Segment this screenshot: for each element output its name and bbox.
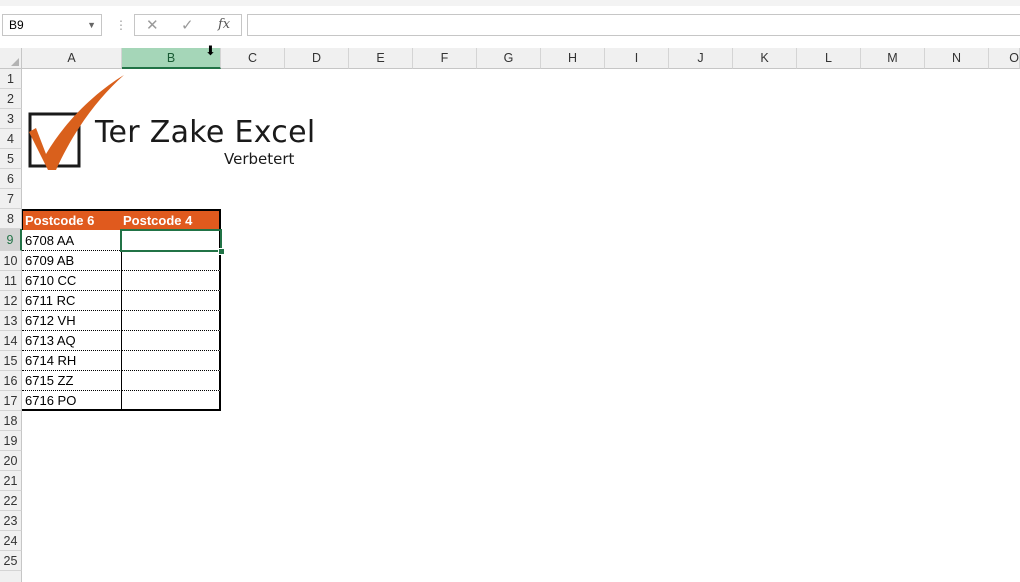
column-header-e[interactable]: E: [349, 48, 413, 69]
table-cell-a13[interactable]: 6712 VH: [22, 311, 122, 331]
row-header-21[interactable]: 21: [0, 471, 22, 491]
formula-tools: ✕ ✓ fx: [134, 14, 242, 36]
name-box[interactable]: B9 ▼: [2, 14, 102, 36]
table-cell-b14[interactable]: [122, 331, 221, 351]
row-header-26[interactable]: [0, 571, 22, 582]
formula-input[interactable]: [247, 14, 1020, 36]
row-header-19[interactable]: 19: [0, 431, 22, 451]
row-header-22[interactable]: 22: [0, 491, 22, 511]
row-header-3[interactable]: 3: [0, 109, 22, 129]
logo-subtitle: Verbetert: [224, 150, 295, 168]
table-cell-b13[interactable]: [122, 311, 221, 331]
enter-icon[interactable]: ✓: [181, 16, 194, 34]
row-header-6[interactable]: 6: [0, 169, 22, 189]
row-header-2[interactable]: 2: [0, 89, 22, 109]
chevron-down-icon[interactable]: ▼: [87, 15, 96, 35]
table-cell-a16[interactable]: 6715 ZZ: [22, 371, 122, 391]
column-header-n[interactable]: N: [925, 48, 989, 69]
column-header-m[interactable]: M: [861, 48, 925, 69]
table-cell-b16[interactable]: [122, 371, 221, 391]
table-cell-a12[interactable]: 6711 RC: [22, 291, 122, 311]
table-header-postcode6[interactable]: Postcode 6: [22, 209, 122, 230]
active-cell-selection[interactable]: [120, 229, 222, 252]
column-header-g[interactable]: G: [477, 48, 541, 69]
column-header-l[interactable]: L: [797, 48, 861, 69]
row-header-20[interactable]: 20: [0, 451, 22, 471]
name-box-value: B9: [9, 18, 24, 32]
row-header-11[interactable]: 11: [0, 271, 22, 291]
column-header-o[interactable]: O: [989, 48, 1020, 69]
table-cell-b15[interactable]: [122, 351, 221, 371]
table-cell-a9[interactable]: 6708 AA: [22, 231, 122, 251]
table-cell-b10[interactable]: [122, 251, 221, 271]
table-cell-b17[interactable]: [122, 391, 221, 411]
insert-function-icon[interactable]: fx: [218, 17, 230, 32]
row-header-4[interactable]: 4: [0, 129, 22, 149]
table-cell-b11[interactable]: [122, 271, 221, 291]
column-header-d[interactable]: D: [285, 48, 349, 69]
column-header-c[interactable]: C: [221, 48, 285, 69]
table-header-postcode4[interactable]: Postcode 4: [121, 209, 221, 230]
column-header-k[interactable]: K: [733, 48, 797, 69]
row-header-10[interactable]: 10: [0, 251, 22, 271]
mouse-cursor-icon: ⬇: [205, 43, 216, 58]
row-header-15[interactable]: 15: [0, 351, 22, 371]
fill-handle[interactable]: [218, 248, 225, 255]
column-header-j[interactable]: J: [669, 48, 733, 69]
table-cell-b12[interactable]: [122, 291, 221, 311]
row-header-1[interactable]: 1: [0, 69, 22, 89]
table-cell-a10[interactable]: 6709 AB: [22, 251, 122, 271]
row-header-8[interactable]: 8: [0, 209, 22, 229]
select-all-corner[interactable]: [0, 48, 22, 69]
table-cell-a11[interactable]: 6710 CC: [22, 271, 122, 291]
table-cell-a15[interactable]: 6714 RH: [22, 351, 122, 371]
column-header-a[interactable]: A: [22, 48, 122, 69]
row-header-25[interactable]: 25: [0, 551, 22, 571]
row-header-5[interactable]: 5: [0, 149, 22, 169]
row-header-7[interactable]: 7: [0, 189, 22, 209]
table-cell-a14[interactable]: 6713 AQ: [22, 331, 122, 351]
column-header-h[interactable]: H: [541, 48, 605, 69]
row-header-12[interactable]: 12: [0, 291, 22, 311]
logo-title: Ter Zake Excel: [95, 115, 316, 150]
row-header-18[interactable]: 18: [0, 411, 22, 431]
row-header-23[interactable]: 23: [0, 511, 22, 531]
formula-bar: B9 ▼ ⋮ ✕ ✓ fx: [0, 6, 1020, 44]
column-header-f[interactable]: F: [413, 48, 477, 69]
row-header-9[interactable]: 9: [0, 229, 22, 251]
row-header-16[interactable]: 16: [0, 371, 22, 391]
row-header-14[interactable]: 14: [0, 331, 22, 351]
row-header-24[interactable]: 24: [0, 531, 22, 551]
cancel-icon[interactable]: ✕: [146, 16, 159, 34]
row-header-17[interactable]: 17: [0, 391, 22, 411]
table-cell-a17[interactable]: 6716 PO: [22, 391, 122, 411]
column-header-i[interactable]: I: [605, 48, 669, 69]
row-header-13[interactable]: 13: [0, 311, 22, 331]
more-icon[interactable]: ⋮: [115, 18, 127, 32]
